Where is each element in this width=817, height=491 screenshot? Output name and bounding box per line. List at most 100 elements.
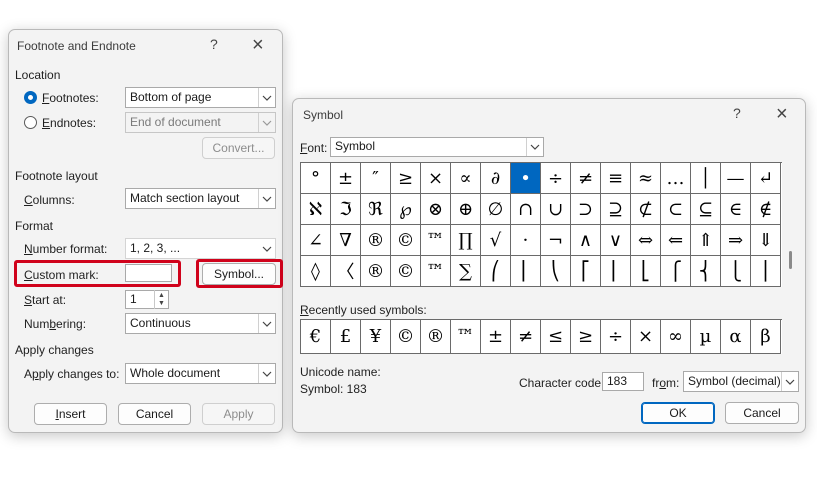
symbol-cell[interactable]: ↵ [751, 163, 781, 194]
symbol-cell[interactable]: ⊆ [691, 194, 721, 225]
symbol-cell[interactable]: × [421, 163, 451, 194]
symbol-cell[interactable]: ≡ [601, 163, 631, 194]
symbol-cell[interactable]: ⎜ [511, 256, 541, 287]
symbol-cell[interactable]: ℑ [331, 194, 361, 225]
apply-changes-to-select[interactable]: Whole document [125, 363, 276, 384]
symbol-cell[interactable]: ⎪ [751, 256, 781, 287]
recent-symbol-cell[interactable]: © [391, 320, 421, 354]
symbol-cell[interactable]: ⎣ [631, 256, 661, 287]
symbol-cell[interactable]: ⇑ [691, 225, 721, 256]
font-select[interactable]: Symbol [330, 137, 544, 157]
symbol-cell[interactable]: • [511, 163, 541, 194]
columns-select[interactable]: Match section layout [125, 188, 276, 209]
symbol-cell[interactable]: ™ [421, 256, 451, 287]
scrollbar-thumb[interactable] [789, 251, 792, 269]
symbol-cell[interactable]: ∉ [751, 194, 781, 225]
symbol-cell[interactable]: ⇐ [661, 225, 691, 256]
symbol-cell[interactable]: ÷ [541, 163, 571, 194]
symbol-cell[interactable]: ⇔ [631, 225, 661, 256]
symbol-cell[interactable]: ™ [421, 225, 451, 256]
symbol-cell[interactable]: 〈 [331, 256, 361, 287]
symbol-cell[interactable]: ⊗ [421, 194, 451, 225]
apply-button[interactable]: Apply [202, 403, 275, 425]
symbol-cell[interactable]: ∇ [331, 225, 361, 256]
ok-button[interactable]: OK [641, 402, 715, 424]
symbol-cell[interactable]: ∂ [481, 163, 511, 194]
recent-symbol-cell[interactable]: α [721, 320, 751, 354]
recent-symbol-cell[interactable]: ± [481, 320, 511, 354]
symbol-cell[interactable]: … [661, 163, 691, 194]
custom-mark-input[interactable] [125, 264, 172, 282]
stepper-down-icon[interactable]: ▼ [158, 300, 165, 307]
symbol-cell[interactable]: ◊ [301, 256, 331, 287]
symbol-cell[interactable]: ℵ [301, 194, 331, 225]
recent-symbol-cell[interactable]: ® [421, 320, 451, 354]
symbol-cell[interactable]: © [391, 256, 421, 287]
endnotes-position-select[interactable]: End of document [125, 112, 276, 133]
symbol-cell[interactable]: ⋅ [511, 225, 541, 256]
cancel-button[interactable]: Cancel [725, 402, 799, 424]
symbol-cell[interactable]: ⎛ [481, 256, 511, 287]
from-select[interactable]: Symbol (decimal) [683, 371, 799, 392]
symbol-cell[interactable]: ∪ [541, 194, 571, 225]
symbol-cell[interactable]: ⎩ [721, 256, 751, 287]
symbol-cell[interactable]: ® [361, 225, 391, 256]
symbol-cell[interactable]: ℘ [391, 194, 421, 225]
insert-button[interactable]: Insert [34, 403, 107, 425]
symbol-cell[interactable]: │ [691, 163, 721, 194]
symbol-cell[interactable]: ⊇ [601, 194, 631, 225]
symbol-cell[interactable]: ∑ [451, 256, 481, 287]
symbol-cell[interactable]: — [721, 163, 751, 194]
symbol-cell[interactable]: ≈ [631, 163, 661, 194]
endnotes-radio[interactable] [24, 116, 37, 129]
stepper-up-icon[interactable]: ▲ [158, 292, 165, 299]
symbol-cell[interactable]: ∧ [571, 225, 601, 256]
symbol-grid-scrollbar[interactable] [786, 162, 796, 286]
symbol-cell[interactable]: ⊂ [661, 194, 691, 225]
symbol-cell[interactable]: ⎡ [571, 256, 601, 287]
character-code-input[interactable]: 183 [602, 372, 644, 391]
symbol-cell[interactable]: √ [481, 225, 511, 256]
symbol-cell[interactable]: ⎢ [601, 256, 631, 287]
recent-symbol-cell[interactable]: ≠ [511, 320, 541, 354]
symbol-cell[interactable]: ⊕ [451, 194, 481, 225]
recent-symbol-cell[interactable]: ≤ [541, 320, 571, 354]
recent-symbol-cell[interactable]: × [631, 320, 661, 354]
convert-button[interactable]: Convert... [202, 137, 275, 159]
symbol-cell[interactable]: ∝ [451, 163, 481, 194]
recent-symbol-cell[interactable]: ∞ [661, 320, 691, 354]
symbol-button[interactable]: Symbol... [202, 263, 276, 285]
symbol-cell[interactable]: ∏ [451, 225, 481, 256]
recent-symbol-cell[interactable]: ¥ [361, 320, 391, 354]
symbol-cell[interactable]: ¬ [541, 225, 571, 256]
symbol-cell[interactable]: ® [361, 256, 391, 287]
symbol-cell[interactable]: ± [331, 163, 361, 194]
symbol-cell[interactable]: ⎧ [661, 256, 691, 287]
recent-symbol-cell[interactable]: µ [691, 320, 721, 354]
recent-symbol-cell[interactable]: £ [331, 320, 361, 354]
numbering-select[interactable]: Continuous [125, 313, 276, 334]
symbol-cell[interactable]: ° [301, 163, 331, 194]
symbol-cell[interactable]: ⇒ [721, 225, 751, 256]
close-icon[interactable]: × [252, 35, 264, 55]
help-icon[interactable]: ? [733, 106, 741, 120]
symbol-cell[interactable]: ℜ [361, 194, 391, 225]
symbol-cell[interactable]: ⊄ [631, 194, 661, 225]
start-at-input[interactable]: 1 ▲ ▼ [125, 290, 169, 309]
symbol-cell[interactable]: ″ [361, 163, 391, 194]
recent-symbol-cell[interactable]: € [301, 320, 331, 354]
cancel-button[interactable]: Cancel [118, 403, 191, 425]
symbol-cell[interactable]: ∈ [721, 194, 751, 225]
symbol-cell[interactable]: ⎝ [541, 256, 571, 287]
close-icon[interactable]: × [776, 104, 788, 124]
help-icon[interactable]: ? [210, 37, 218, 51]
number-format-select[interactable]: 1, 2, 3, ... [125, 238, 276, 259]
recent-symbol-cell[interactable]: ™ [451, 320, 481, 354]
symbol-cell[interactable]: ⎨ [691, 256, 721, 287]
footnotes-position-select[interactable]: Bottom of page [125, 87, 276, 108]
symbol-cell[interactable]: ⊃ [571, 194, 601, 225]
symbol-cell[interactable]: ∨ [601, 225, 631, 256]
symbol-cell[interactable]: ≠ [571, 163, 601, 194]
symbol-cell[interactable]: ⇓ [751, 225, 781, 256]
footnotes-radio[interactable] [24, 91, 37, 104]
